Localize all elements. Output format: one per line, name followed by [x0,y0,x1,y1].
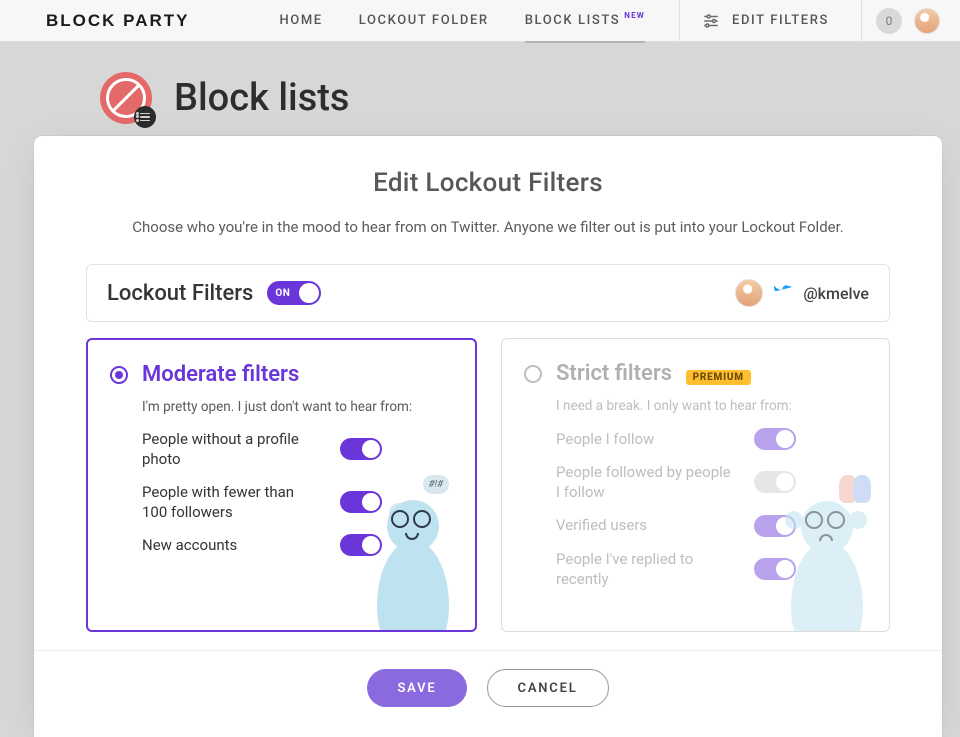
premium-badge: PREMIUM [686,370,751,385]
nav-links: HOME LOCKOUT FOLDER BLOCK LISTS NEW [261,0,663,42]
nav-divider-2 [861,0,862,42]
brand-logo[interactable]: BLOCK PARTY [46,11,190,31]
opt-no-photo: People without a profile photo [142,429,320,470]
lockout-summary-bar: Lockout Filters ON @kmelve [86,264,890,322]
opt-verified: Verified users [556,515,647,535]
strict-sub: I need a break. I only want to hear from… [556,398,867,414]
save-button[interactable]: SAVE [367,669,466,707]
toggle-low-followers[interactable] [340,491,382,513]
moderate-filters-card[interactable]: Moderate filters I'm pretty open. I just… [86,338,477,632]
speech-bubble-icon: #!# [423,475,449,494]
toggle-new-accounts[interactable] [340,534,382,556]
opt-new-accounts: New accounts [142,535,237,555]
strict-title-text: Strict filters [556,361,672,386]
opt-followed-by-followed: People followed by people I follow [556,462,734,503]
moderate-title: Moderate filters [142,362,299,387]
speech-bubble-icon: #!# [389,503,415,522]
toggle-state-text: ON [275,288,290,299]
toggle-no-photo[interactable] [340,438,382,460]
edit-filters-label: EDIT FILTERS [732,13,829,28]
block-lists-icon [100,72,152,124]
edit-filters-button[interactable]: EDIT FILTERS [684,0,845,42]
nav-block-lists[interactable]: BLOCK LISTS NEW [507,0,663,42]
twitter-handle: @kmelve [803,284,869,303]
page-header: Block lists [0,42,960,124]
cancel-button[interactable]: CANCEL [487,669,609,707]
nav-home[interactable]: HOME [261,0,340,42]
filter-cards-row: Moderate filters I'm pretty open. I just… [86,338,890,632]
toggle-people-i-follow[interactable] [754,428,796,450]
nav-block-lists-label: BLOCK LISTS [525,13,621,28]
modal-footer: SAVE CANCEL [34,650,942,707]
moderate-radio[interactable] [110,366,128,384]
strict-title: Strict filters PREMIUM [556,361,751,386]
moderate-sub: I'm pretty open. I just don't want to he… [142,399,453,415]
modal-title: Edit Lockout Filters [86,168,890,198]
toggle-followed-by-followed[interactable] [754,471,796,493]
toggle-knob [299,283,319,303]
strict-radio[interactable] [524,365,542,383]
user-avatar[interactable] [914,8,940,34]
lockout-filters-label: Lockout Filters [107,281,253,306]
top-nav: BLOCK PARTY HOME LOCKOUT FOLDER BLOCK LI… [0,0,960,42]
new-badge: NEW [624,11,645,20]
opt-replied-recently: People I've replied to recently [556,549,734,590]
lockout-master-toggle[interactable]: ON [267,281,321,305]
strict-filters-card[interactable]: Strict filters PREMIUM I need a break. I… [501,338,890,632]
toggle-verified[interactable] [754,515,796,537]
twitter-icon [773,283,793,303]
toggle-replied-recently[interactable] [754,558,796,580]
nav-lockout-folder[interactable]: LOCKOUT FOLDER [341,0,507,42]
opt-low-followers: People with fewer than 100 followers [142,482,320,523]
connected-account-avatar [735,279,763,307]
nav-divider [679,0,680,42]
edit-filters-modal: Edit Lockout Filters Choose who you're i… [34,136,942,737]
modal-subtitle: Choose who you're in the mood to hear fr… [86,218,890,236]
opt-people-i-follow: People I follow [556,429,654,449]
moderate-options: People without a profile photo People wi… [142,429,382,556]
notification-count[interactable]: 0 [876,8,902,34]
strict-options: People I follow People followed by peopl… [556,428,796,589]
page-title: Block lists [174,76,349,120]
sliders-icon [702,12,720,30]
